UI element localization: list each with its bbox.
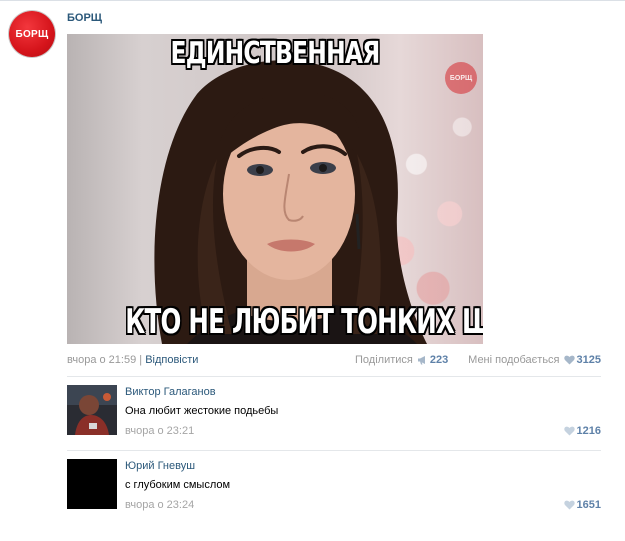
portrait-illustration xyxy=(154,60,427,344)
comment-like-count: 1216 xyxy=(576,425,601,437)
megaphone-icon xyxy=(417,355,428,368)
comment-author-link[interactable]: Виктор Галаганов xyxy=(125,386,216,398)
like-count: 3125 xyxy=(576,354,601,366)
footer-separator: | xyxy=(139,354,143,366)
meme-caption-bottom: КТО НЕ ЛЮБИТ ТОНКИХ ШУТОК xyxy=(125,302,483,342)
comment-item: Виктор Галаганов Она любит жестокие подь… xyxy=(67,385,601,437)
comment-date[interactable]: вчора о 23:24 xyxy=(125,499,194,511)
reply-button[interactable]: Відповісти xyxy=(145,354,198,366)
comment-like-button[interactable]: 1651 xyxy=(560,499,601,513)
commenter-avatar[interactable] xyxy=(67,459,117,509)
heart-icon xyxy=(563,426,575,439)
like-label: Мені подобається xyxy=(468,354,560,366)
comment-divider xyxy=(67,450,601,451)
comment-date[interactable]: вчора о 23:21 xyxy=(125,425,194,437)
share-label: Поділитися xyxy=(355,354,413,366)
meme-caption-top: ЕДИНСТВЕННАЯ xyxy=(170,36,381,71)
watermark-logo: БОРЩ xyxy=(445,62,477,94)
commenter-avatar[interactable] xyxy=(67,385,117,435)
comment-like-button[interactable]: 1216 xyxy=(560,425,601,439)
like-button[interactable]: Мені подобається 3125 xyxy=(468,354,601,368)
top-divider xyxy=(0,0,625,1)
heart-icon xyxy=(563,500,575,513)
comment-like-count: 1651 xyxy=(576,499,601,511)
comment-text: с глубоким смыслом xyxy=(125,479,231,491)
community-name-link[interactable]: БОРЩ xyxy=(67,12,102,24)
share-button[interactable]: Поділитися 223 xyxy=(355,354,448,368)
post-footer: вчора о 21:59 | Відповісти Поділитися 223… xyxy=(67,354,601,368)
comment-author-link[interactable]: Юрий Гневуш xyxy=(125,460,195,472)
community-avatar[interactable]: БОРЩ xyxy=(9,11,55,57)
share-count: 223 xyxy=(429,354,449,366)
post-photo[interactable]: БОРЩ ЕДИНСТВЕННАЯ КТО НЕ ЛЮБИТ ТОНКИХ ШУ… xyxy=(67,34,483,344)
comment-text: Она любит жестокие подьебы xyxy=(125,405,279,417)
post-date[interactable]: вчора о 21:59 xyxy=(67,354,136,366)
heart-icon xyxy=(563,355,575,368)
comments-divider xyxy=(67,376,601,377)
comment-item: Юрий Гневуш с глубоким смыслом вчора о 2… xyxy=(67,459,601,511)
community-avatar-label: БОРЩ xyxy=(15,28,49,40)
